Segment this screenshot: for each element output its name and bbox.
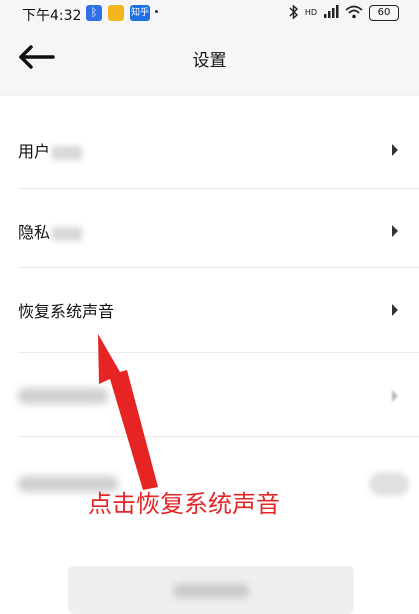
chevron-right-icon bbox=[391, 223, 399, 237]
zhihu-app-icon: 知乎 bbox=[130, 5, 150, 21]
status-bar: 下午4:32 ᛒ 知乎 HD 60 bbox=[0, 0, 419, 28]
status-right-group: HD 60 bbox=[289, 3, 399, 23]
page-title: 设置 bbox=[192, 51, 227, 71]
settings-row-label: 隐私 bbox=[18, 219, 83, 243]
wifi-icon bbox=[345, 5, 363, 22]
divider bbox=[18, 436, 419, 437]
notification-dot-icon bbox=[155, 10, 158, 13]
chevron-right-icon bbox=[391, 388, 399, 402]
battery-icon: 60 bbox=[369, 5, 399, 21]
blurred-text bbox=[52, 145, 83, 160]
divider bbox=[18, 352, 419, 353]
settings-row-label: 用户 bbox=[18, 138, 83, 162]
blurred-label bbox=[18, 388, 108, 404]
bluetooth-icon bbox=[289, 3, 299, 23]
weather-app-icon bbox=[108, 5, 124, 21]
chevron-right-icon bbox=[391, 142, 399, 156]
bluetooth-app-icon: ᛒ bbox=[86, 5, 102, 21]
logout-button[interactable] bbox=[68, 566, 354, 614]
settings-row-blurred[interactable] bbox=[0, 354, 419, 438]
settings-list: 用户 隐私 恢复系统声音 bbox=[0, 96, 419, 614]
annotation-text: 点击恢复系统声音 bbox=[88, 490, 280, 518]
signal-label: HD bbox=[304, 8, 317, 17]
blurred-text bbox=[52, 226, 83, 241]
top-bar: 设置 bbox=[0, 28, 419, 92]
blurred-button-text bbox=[173, 584, 249, 598]
toggle-switch[interactable] bbox=[369, 472, 409, 496]
settings-row-label: 恢复系统声音 bbox=[18, 302, 115, 321]
status-time: 下午4:32 bbox=[22, 8, 82, 24]
chevron-right-icon bbox=[391, 302, 399, 316]
cellular-signal-icon bbox=[323, 4, 339, 22]
settings-row-privacy[interactable]: 隐私 bbox=[0, 189, 419, 273]
settings-row-restore-sound[interactable]: 恢复系统声音 bbox=[0, 268, 419, 352]
settings-row-user[interactable]: 用户 bbox=[0, 108, 419, 192]
